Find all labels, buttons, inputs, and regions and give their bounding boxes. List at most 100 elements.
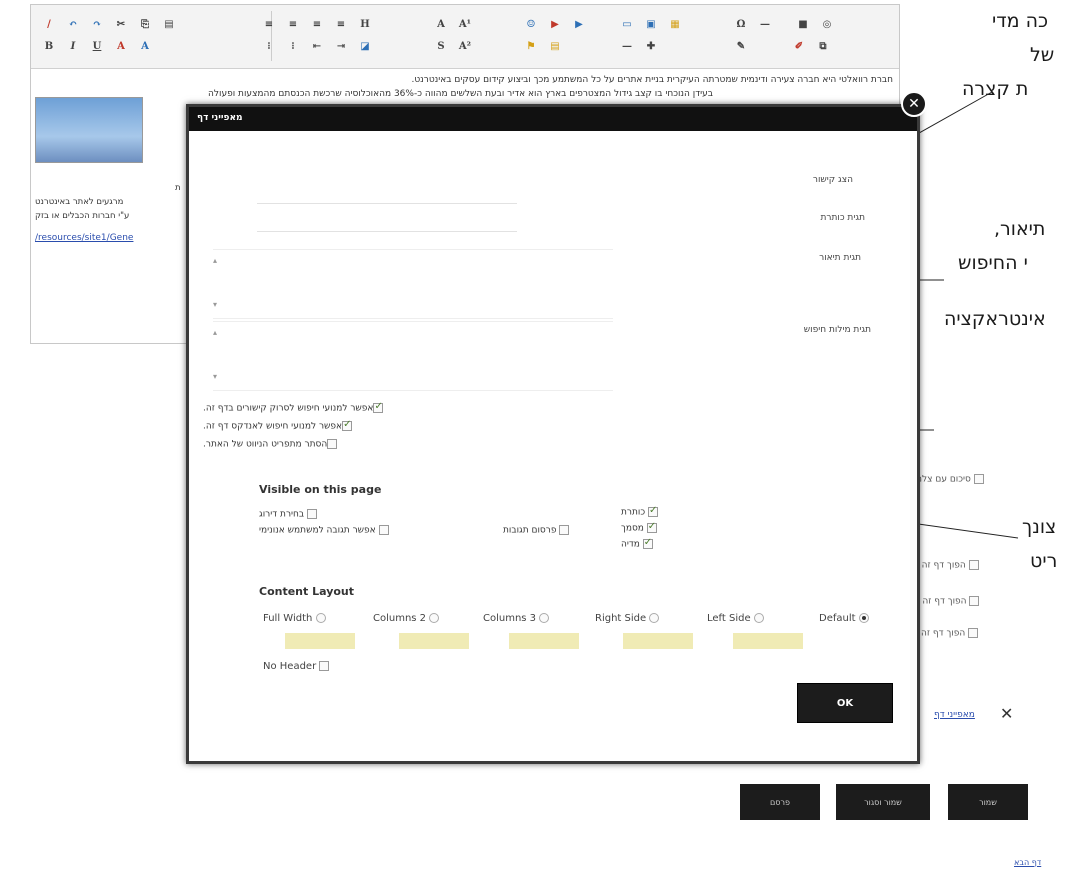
annotation-1-line2: של (1030, 44, 1055, 66)
visible-sub-checkbox[interactable]: מסמך (621, 521, 657, 534)
file-icon[interactable]: ▤ (545, 37, 565, 55)
layout-preview-1[interactable] (285, 633, 355, 649)
paste-icon[interactable]: ▤ (159, 15, 179, 33)
visible-media-checkbox[interactable]: מדיה (621, 537, 653, 550)
birds-image[interactable] (35, 97, 143, 163)
page-properties-link[interactable]: מאפייני דף (934, 710, 975, 720)
redo-icon[interactable]: ↷ (87, 15, 107, 33)
annotation-1-line1: כה מדי (992, 10, 1049, 32)
cut-icon[interactable]: ✂ (111, 15, 131, 33)
align-center-icon[interactable]: ≡ (283, 15, 303, 33)
bold-button[interactable]: B (39, 37, 59, 55)
toolbar-group-insert: ▭ ▣ ▦ — ✚ (617, 13, 685, 61)
hr-icon[interactable]: — (755, 15, 775, 33)
block-icon[interactable]: ■ (793, 15, 813, 33)
layout-preview-2[interactable] (399, 633, 469, 649)
checkbox-allow-index[interactable]: אפשר למנועי חיפוש לאנדקס דף זה. (203, 419, 353, 432)
editor-left-line1: ת (175, 183, 181, 193)
source-icon[interactable]: ⧉ (813, 37, 833, 55)
layout-full-width[interactable]: Full Width (263, 613, 326, 624)
visible-date-label: בחירת דירוג (259, 509, 305, 520)
editor-body-text[interactable]: חברת רוואלטי היא חברה צעירה ודינמית שמטר… (37, 73, 893, 101)
annotation-2-line1: תיאור, (994, 218, 1046, 240)
copy-icon[interactable]: ⎘ (135, 15, 155, 33)
visible-title-checkbox[interactable]: כותרת (621, 505, 658, 518)
label-keywords-tag: תגית מילות חיפוש (803, 325, 871, 335)
image-icon[interactable]: ☺ (521, 15, 541, 33)
publish-button[interactable]: פרסם (740, 784, 820, 820)
ordered-list-icon[interactable]: ⁝ (259, 37, 279, 55)
checkbox-allow-index-box[interactable] (342, 419, 353, 431)
link-input[interactable] (257, 203, 517, 204)
heading-icon[interactable]: H (355, 15, 375, 33)
subscript-icon[interactable]: A² (455, 37, 475, 55)
pencil-icon[interactable]: / (39, 15, 59, 33)
table-icon[interactable]: ◪ (355, 37, 375, 55)
checkbox-allow-scan-box[interactable] (373, 401, 384, 413)
no-header-option[interactable]: No Header (263, 661, 330, 672)
footer-link[interactable]: דף הבא (1014, 858, 1041, 867)
scroll-down-icon-2[interactable]: ▾ (213, 372, 223, 381)
save-close-button[interactable]: שמור וסגור (836, 784, 930, 820)
outdent-icon[interactable]: ⇤ (307, 37, 327, 55)
form-icon[interactable]: ▣ (641, 15, 661, 33)
template-icon[interactable]: ▦ (665, 15, 685, 33)
description-textarea[interactable]: ▴ ▾ (213, 249, 613, 319)
keywords-textarea[interactable]: ▴ ▾ (213, 321, 613, 391)
checkbox-hide-sitemap[interactable]: הסתר מתפריט הניווט של האתר. (203, 439, 338, 450)
tools-icon[interactable]: ✕ (1000, 704, 1013, 723)
toolbar-group-media: ☺ ▶ ▶ ⚑ ▤ (521, 13, 589, 61)
toolbar-group-format: / ↶ ↷ ✂ ⎘ ▤ B I U A A (39, 13, 179, 61)
page-properties-dialog[interactable]: מאפייני דף ✕ הצג קישור תגית כותרת תגית ת… (186, 91, 927, 764)
layout-columns-2[interactable]: Columns 2 (373, 613, 440, 624)
frame-icon[interactable]: ▭ (617, 15, 637, 33)
align-right-icon[interactable]: ≡ (307, 15, 327, 33)
indent-icon[interactable]: ⇥ (331, 37, 351, 55)
annotation-3: אינטראקציה (944, 308, 1046, 330)
visible-date-checkbox[interactable]: בחירת דירוג (259, 509, 317, 520)
flash-icon[interactable]: ▶ (569, 15, 589, 33)
font-size-icon[interactable]: A (431, 15, 451, 33)
underline-button[interactable]: U (87, 37, 107, 55)
gallery-icon[interactable]: ⚑ (521, 37, 541, 55)
layout-right-side[interactable]: Right Side (595, 613, 660, 624)
save-button[interactable]: שמור (948, 784, 1028, 820)
align-justify-icon[interactable]: ≡ (331, 15, 351, 33)
checkbox-hide-sitemap-box[interactable] (327, 439, 338, 449)
style-icon[interactable]: ✎ (731, 37, 751, 55)
preview-icon[interactable]: ◎ (817, 15, 837, 33)
editor-left-text: ת מרגעים לאתר באינטרנט ע"י חברות הכבלים … (35, 181, 185, 223)
checkbox-allow-scan[interactable]: אפשר למנועי חיפוש לסרוק קישורים בדף זה. (203, 401, 384, 414)
scroll-up-icon[interactable]: ▴ (213, 256, 223, 265)
strike-icon[interactable]: S (431, 37, 451, 55)
title-input[interactable] (257, 231, 517, 232)
scroll-up-icon-2[interactable]: ▴ (213, 328, 223, 337)
anchor-icon[interactable]: ✚ (641, 37, 661, 55)
visible-tags-checkbox[interactable]: פרסום תגובות (503, 525, 570, 536)
layout-columns-3[interactable]: Columns 3 (483, 613, 550, 624)
layout-preview-3[interactable] (509, 633, 579, 649)
layout-preview-4[interactable] (623, 633, 693, 649)
scroll-down-icon[interactable]: ▾ (213, 300, 223, 309)
resource-link[interactable]: /resources/site1/Gene (35, 233, 133, 243)
font-superscript-icon[interactable]: A¹ (455, 15, 475, 33)
annotation-4-line1: צונך (1022, 516, 1057, 538)
line-icon[interactable]: — (617, 37, 637, 55)
close-button[interactable]: ✕ (901, 91, 927, 117)
layout-left-side-label: Left Side (707, 613, 751, 624)
youtube-icon[interactable]: ▶ (545, 15, 565, 33)
highlight-button[interactable]: A (135, 37, 155, 55)
omega-icon[interactable]: Ω (731, 15, 751, 33)
annotation-2-line2: י החיפוש (958, 252, 1028, 274)
undo-icon[interactable]: ↶ (63, 15, 83, 33)
align-left-icon[interactable]: ≡ (259, 15, 279, 33)
layout-preview-5[interactable] (733, 633, 803, 649)
eraser-icon[interactable]: ✐ (789, 37, 809, 55)
unordered-list-icon[interactable]: ⁝ (283, 37, 303, 55)
layout-default[interactable]: Default (819, 613, 869, 624)
layout-left-side[interactable]: Left Side (707, 613, 764, 624)
text-color-button[interactable]: A (111, 37, 131, 55)
italic-button[interactable]: I (63, 37, 83, 55)
ok-button[interactable]: OK (797, 683, 893, 723)
visible-anon-checkbox[interactable]: אפשר תגובה למשתמש אנונימי (259, 525, 389, 536)
